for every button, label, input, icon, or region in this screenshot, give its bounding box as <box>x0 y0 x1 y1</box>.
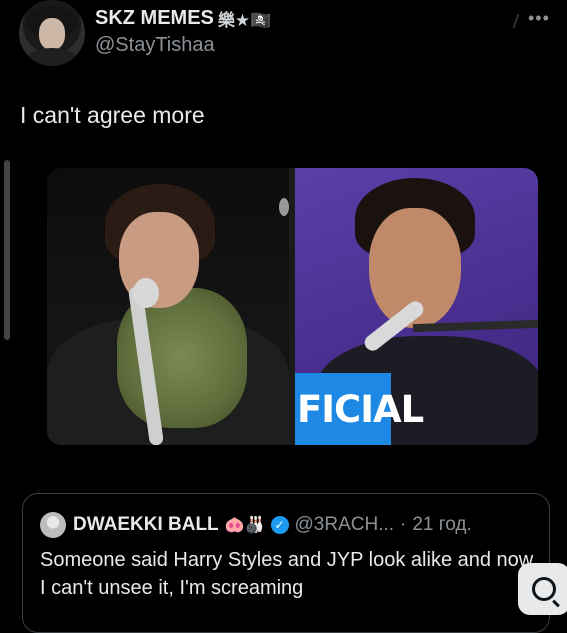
search-refresh-icon <box>532 577 556 601</box>
tweet-media[interactable]: FICIAL <box>47 168 538 445</box>
tweet-text: I can't agree more <box>20 102 205 128</box>
quoted-handle[interactable]: @3RACH... <box>295 514 395 536</box>
quoted-text: Someone said Harry Styles and JYP look a… <box>40 549 534 599</box>
avatar-face <box>39 18 65 50</box>
more-horizontal-icon[interactable]: ••• <box>528 8 550 29</box>
media-right-photo: FICIAL <box>295 168 538 445</box>
quoted-display-name[interactable]: DWAEKKI BALL <box>73 514 219 536</box>
quoted-name-emoji: 🐽🎳 <box>224 517 265 534</box>
right-overlay-label: FICIAL <box>295 373 424 445</box>
quoted-header: DWAEKKI BALL 🐽🎳 ✓ @3RACH... · 21 год. <box>73 514 472 536</box>
quoted-avatar[interactable] <box>40 512 66 538</box>
scrollbar[interactable] <box>4 160 10 340</box>
media-left-photo <box>47 168 289 445</box>
floating-action-button[interactable] <box>518 563 567 615</box>
grok-icon[interactable] <box>502 14 520 28</box>
quoted-tweet-card[interactable]: DWAEKKI BALL 🐽🎳 ✓ @3RACH... · 21 год. So… <box>22 493 550 633</box>
quoted-timestamp[interactable]: 21 год. <box>412 514 471 536</box>
quoted-separator: · <box>400 514 407 535</box>
avatar-shoulders <box>25 48 79 66</box>
author-handle[interactable]: @StayTishaa <box>95 34 215 57</box>
avatar[interactable] <box>19 0 85 66</box>
author-name-emoji: 樂★🏴‍☠️ <box>217 11 272 30</box>
left-mic-head <box>133 278 159 308</box>
author-name-text: SKZ MEMES <box>95 7 214 29</box>
author-display-name[interactable]: SKZ MEMES 樂★🏴‍☠️ <box>95 6 271 31</box>
verified-badge-icon: ✓ <box>270 516 289 534</box>
broadcast-logo-icon <box>279 198 289 216</box>
